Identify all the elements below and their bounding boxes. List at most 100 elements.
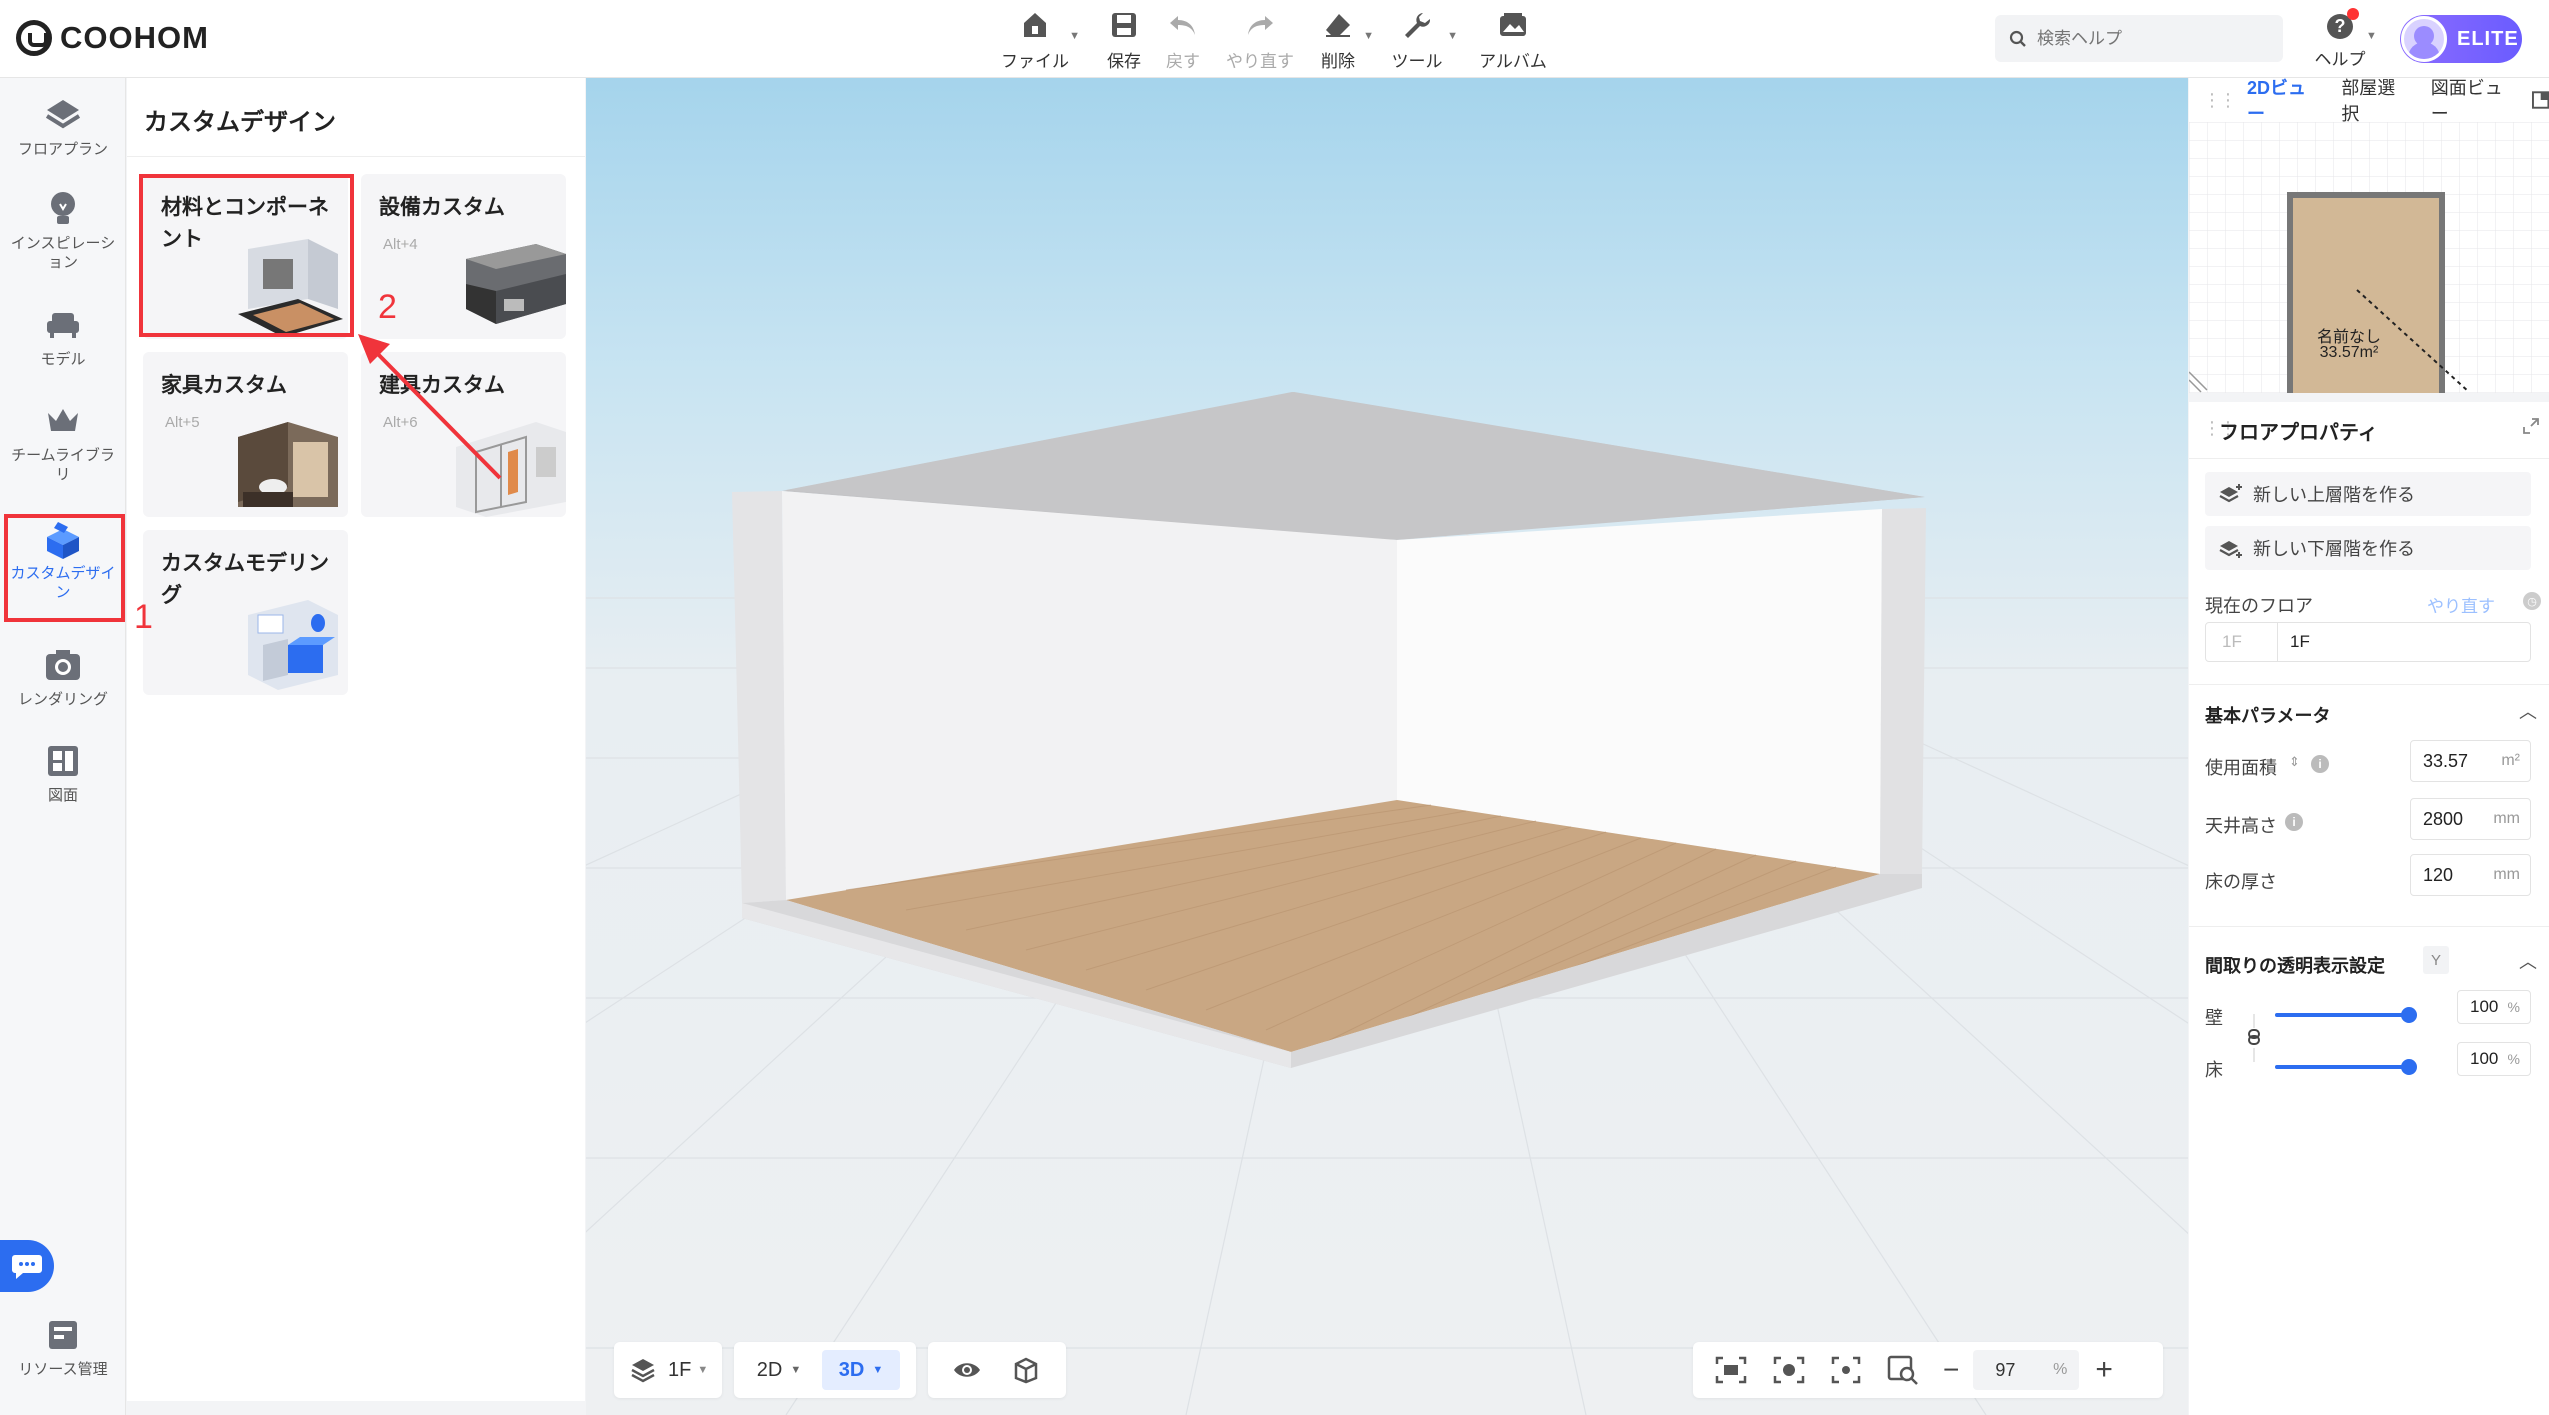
- help-button[interactable]: ? ヘルプ: [2310, 8, 2370, 70]
- tools-button[interactable]: ツール ▼: [1390, 8, 1458, 72]
- drag-handle-icon[interactable]: ⋮⋮: [2203, 90, 2237, 111]
- zoom-in-button[interactable]: +: [2095, 1355, 2113, 1385]
- rail-item-drawing[interactable]: 図面: [0, 740, 126, 805]
- card-furniture-custom[interactable]: 家具カスタム Alt+5: [143, 352, 348, 517]
- area-field[interactable]: 33.57 m²: [2410, 740, 2531, 782]
- basic-params-title: 基本パラメータ: [2205, 706, 2331, 726]
- sort-icon[interactable]: ⇕: [2289, 754, 2300, 770]
- view-mode-selector: 2D ▼ 3D ▼: [734, 1342, 916, 1398]
- crown-icon: [42, 400, 84, 442]
- floor-opacity-field[interactable]: 100 %: [2457, 1042, 2531, 1076]
- chevron-up-icon[interactable]: ︿: [2519, 948, 2537, 974]
- undo-icon: [1168, 8, 1198, 41]
- rail-item-model[interactable]: モデル: [0, 304, 126, 369]
- room-3d-model: [732, 392, 1926, 1068]
- wall-label: 壁: [2205, 1008, 2223, 1028]
- tab-2d-view[interactable]: 2Dビュー: [2247, 74, 2321, 126]
- rail-item-resource[interactable]: リソース管理: [0, 1314, 126, 1379]
- link-icon[interactable]: [2245, 1014, 2263, 1062]
- layers-add-icon: [2219, 484, 2242, 503]
- current-floor-field: 1F 1F: [2205, 622, 2531, 662]
- zoom-search-icon[interactable]: [1887, 1355, 1919, 1385]
- chat-icon: [12, 1255, 42, 1279]
- eye-icon[interactable]: [952, 1359, 982, 1381]
- delete-button[interactable]: 削除 ▼: [1318, 8, 1374, 72]
- card-custom-modeling[interactable]: カスタムモデリング: [143, 530, 348, 695]
- minimap-room-floor: [2293, 198, 2439, 393]
- 3d-viewport[interactable]: 1F ▼ 2D ▼ 3D ▼ − 97 % +: [586, 78, 2188, 1415]
- focus-icon[interactable]: [1831, 1356, 1861, 1384]
- logo[interactable]: COOHOM: [16, 20, 209, 56]
- search-icon: [2009, 30, 2026, 47]
- ceiling-height-label: 天井高さ: [2205, 816, 2277, 836]
- new-upper-floor-button[interactable]: 新しい上層階を作る: [2205, 472, 2531, 516]
- redo-button[interactable]: やり直す: [1226, 8, 1294, 72]
- new-lower-floor-button[interactable]: 新しい下層階を作る: [2205, 526, 2531, 570]
- equipment-thumbnail: [466, 244, 566, 324]
- redo-link[interactable]: やり直す: [2427, 592, 2495, 617]
- fit-view-icon[interactable]: [1773, 1356, 1805, 1384]
- layers-add-icon: [2219, 541, 2242, 558]
- view-3d-button[interactable]: 3D ▼: [822, 1350, 900, 1390]
- floor-slider-knob[interactable]: [2401, 1059, 2417, 1075]
- properties-title: フロアプロパティ: [2219, 422, 2378, 444]
- minimap-tabs: ⋮⋮ 2Dビュー 部屋選択 図面ビュー: [2189, 78, 2549, 124]
- divider: [127, 156, 585, 157]
- wall-slider-knob[interactable]: [2401, 1007, 2417, 1023]
- save-button[interactable]: 保存: [1104, 8, 1144, 72]
- home-icon: [1022, 8, 1048, 41]
- step-number-1: 1: [134, 598, 153, 636]
- cube-icon[interactable]: [1012, 1356, 1040, 1384]
- logo-icon: [16, 20, 52, 56]
- chevron-up-icon[interactable]: ︿: [2519, 698, 2537, 724]
- ground-grid: [586, 392, 2188, 1415]
- popout-icon[interactable]: [2523, 418, 2539, 434]
- rail-item-floorplan[interactable]: フロアプラン: [0, 94, 126, 159]
- view-tools: − 97 % +: [1693, 1342, 2163, 1398]
- account-badge[interactable]: ELITE: [2400, 15, 2522, 63]
- album-icon: [1498, 8, 1528, 41]
- minimap-panel: ⋮⋮ 2Dビュー 部屋選択 図面ビュー 名前なし 33.57m²: [2189, 78, 2549, 393]
- caret-down-icon[interactable]: ▼: [2366, 30, 2377, 42]
- floor-label: 床: [2205, 1060, 2223, 1080]
- tab-drawing-view[interactable]: 図面ビュー: [2431, 74, 2518, 126]
- help-icon: ?: [2327, 8, 2359, 39]
- caret-down-icon: ▼: [1363, 30, 1374, 42]
- ceiling-height-field[interactable]: 2800 mm: [2410, 798, 2531, 840]
- album-button[interactable]: アルバム: [1479, 8, 1547, 72]
- panel-title: カスタムデザイン: [144, 109, 336, 136]
- floor-name-input[interactable]: 1F: [2278, 632, 2530, 652]
- info-icon[interactable]: i: [2285, 813, 2303, 831]
- file-button[interactable]: ファイル ▼: [1000, 8, 1080, 72]
- floor-thickness-field[interactable]: 120 mm: [2410, 854, 2531, 896]
- area-label: 使用面積: [2205, 758, 2277, 778]
- notification-dot: [2347, 8, 2359, 20]
- chat-button[interactable]: [0, 1240, 54, 1292]
- zoom-field[interactable]: 97 %: [1973, 1350, 2080, 1390]
- rail-item-team-library[interactable]: チームライブラリ: [0, 400, 126, 484]
- caret-down-icon: ▼: [1069, 30, 1080, 42]
- wall-opacity-field[interactable]: 100 %: [2457, 990, 2531, 1024]
- info-icon[interactable]: i: [2311, 755, 2329, 773]
- divider: [2189, 926, 2549, 927]
- floor-properties-panel: ⋮⋮ フロアプロパティ 新しい上層階を作る 新しい下層階を作る 現在のフロア や…: [2189, 402, 2549, 1415]
- zoom-out-button[interactable]: −: [1943, 1356, 1959, 1384]
- lightbulb-icon: [42, 188, 84, 230]
- redo-icon: [1245, 8, 1275, 41]
- expand-icon[interactable]: [2531, 91, 2549, 109]
- furniture-thumbnail: [238, 422, 338, 507]
- camera-icon: [42, 644, 84, 686]
- rail-item-rendering[interactable]: レンダリング: [0, 644, 126, 709]
- clock-icon[interactable]: ◷: [2523, 592, 2541, 610]
- current-floor-label: 現在のフロア: [2205, 596, 2313, 616]
- search-input[interactable]: [2037, 28, 2257, 49]
- tab-room-select[interactable]: 部屋選択: [2341, 74, 2410, 126]
- view-2d-button[interactable]: 2D ▼: [742, 1350, 816, 1390]
- floor-selector[interactable]: 1F ▼: [614, 1342, 722, 1398]
- rail-item-inspiration[interactable]: インスピレーション: [0, 188, 126, 272]
- undo-button[interactable]: 戻す: [1163, 8, 1203, 72]
- search-box[interactable]: [1995, 15, 2283, 62]
- frame-select-icon[interactable]: [1715, 1356, 1747, 1384]
- divider: [2189, 458, 2549, 459]
- wall-slider-fill: [2275, 1013, 2409, 1017]
